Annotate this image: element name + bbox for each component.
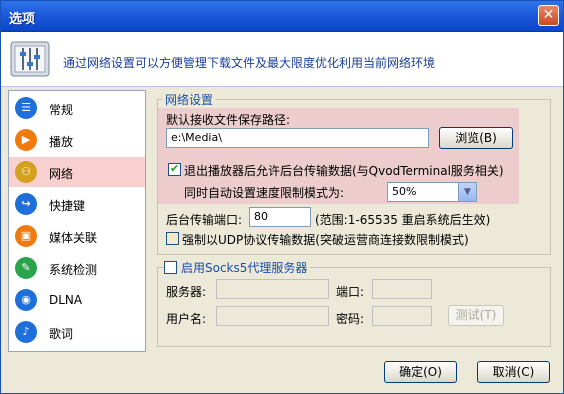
- save-path-label: 默认接收文件保存路径:: [166, 113, 291, 127]
- save-path-field[interactable]: e:\Media\: [166, 128, 429, 148]
- network-icon-glyph: ⚇: [21, 165, 31, 178]
- sidebar-item-label: 快捷键: [49, 199, 86, 213]
- settings-icon: [10, 41, 50, 77]
- browse-button[interactable]: 浏览(B): [439, 127, 513, 149]
- sidebar-item-shortcut[interactable]: ↪ 快捷键: [9, 189, 145, 219]
- cancel-button[interactable]: 取消(C): [477, 361, 550, 383]
- speed-limit-select[interactable]: 50% ▼: [387, 182, 477, 202]
- port-field[interactable]: 80: [249, 207, 311, 227]
- sidebar-item-label: 常规: [49, 103, 74, 117]
- media-association-icon: ▣: [15, 225, 37, 247]
- password-field[interactable]: [372, 306, 432, 326]
- chevron-down-icon[interactable]: ▼: [458, 183, 476, 201]
- force-udp-label: 强制以UDP协议传输数据(突破运营商连接数限制模式): [182, 233, 469, 247]
- network-settings-legend: 网络设置: [162, 91, 217, 108]
- background-transfer-label: 退出播放器后允许后台传输数据(与QvodTerminal服务相关): [184, 164, 504, 178]
- sidebar-item-general[interactable]: ☰ 常规: [9, 93, 145, 123]
- speed-limit-label: 同时自动设置速度限制模式为:: [184, 186, 345, 200]
- server-label: 服务器:: [166, 285, 207, 299]
- sidebar-item-label: DLNA: [49, 293, 83, 307]
- sidebar-item-label: 系统检测: [49, 263, 98, 277]
- proxy-port-field[interactable]: [372, 279, 432, 299]
- ok-button[interactable]: 确定(O): [384, 361, 457, 383]
- general-icon: ☰: [15, 97, 37, 119]
- play-icon-glyph: ▶: [21, 133, 31, 146]
- sidebar-item-play[interactable]: ▶ 播放: [9, 125, 145, 155]
- options-dialog: 选项 ✕ 通过网络设置可以方便管理下载文件及最大限度优化利用当前网络环境 ☰ 常规…: [0, 0, 564, 394]
- speed-limit-value: 50%: [392, 185, 417, 198]
- header-description: 通过网络设置可以方便管理下载文件及最大限度优化利用当前网络环境: [63, 56, 436, 70]
- sidebar-item-label: 播放: [49, 135, 74, 149]
- media-association-icon-glyph: ▣: [20, 229, 32, 242]
- force-udp-checkbox[interactable]: [166, 232, 179, 245]
- port-label: 后台传输端口:: [166, 213, 243, 227]
- window-title: 选项: [9, 12, 36, 27]
- dlna-icon: ◉: [15, 289, 37, 311]
- sidebar-item-system-check[interactable]: ✎ 系统检测: [9, 253, 145, 283]
- play-icon: ▶: [15, 129, 37, 151]
- sidebar-item-label: 网络: [49, 167, 74, 181]
- dlna-icon-glyph: ◉: [21, 293, 31, 306]
- password-label: 密码:: [336, 312, 365, 326]
- username-label: 用户名:: [166, 312, 207, 326]
- sidebar-item-network[interactable]: ⚇ 网络: [9, 157, 145, 187]
- system-check-icon: ✎: [15, 257, 37, 279]
- background-transfer-checkbox[interactable]: [168, 162, 181, 176]
- username-field[interactable]: [216, 306, 329, 326]
- sidebar-item-media-association[interactable]: ▣ 媒体关联: [9, 221, 145, 251]
- proxy-port-label: 端口:: [336, 285, 365, 299]
- sidebar-item-label: 歌词: [49, 327, 74, 341]
- category-list: ☰ 常规 ▶ 播放 ⚇ 网络 ↪ 快捷键 ▣ 媒体关联 ✎ 系统检测 ◉ DLNA ♪ 歌词: [8, 90, 146, 352]
- title-bar[interactable]: 选项 ✕: [1, 1, 563, 32]
- lyrics-icon: ♪: [15, 321, 37, 343]
- shortcut-icon-glyph: ↪: [21, 197, 31, 210]
- enable-proxy-label: 启用Socks5代理服务器: [178, 259, 311, 276]
- close-button[interactable]: ✕: [538, 5, 559, 26]
- sidebar-item-dlna[interactable]: ◉ DLNA: [9, 285, 145, 315]
- server-field[interactable]: [216, 279, 329, 299]
- test-button[interactable]: 测试(T): [448, 305, 504, 326]
- system-check-icon-glyph: ✎: [21, 261, 31, 274]
- lyrics-icon-glyph: ♪: [22, 325, 30, 338]
- port-hint: (范围:1-65535 重启系统后生效): [315, 213, 491, 227]
- sidebar-item-lyrics[interactable]: ♪ 歌词: [9, 317, 145, 347]
- shortcut-icon: ↪: [15, 193, 37, 215]
- enable-proxy-checkbox[interactable]: [164, 261, 177, 274]
- network-icon: ⚇: [15, 161, 37, 183]
- header-banner: 通过网络设置可以方便管理下载文件及最大限度优化利用当前网络环境: [1, 32, 563, 87]
- general-icon-glyph: ☰: [21, 101, 31, 114]
- sidebar-item-label: 媒体关联: [49, 231, 98, 245]
